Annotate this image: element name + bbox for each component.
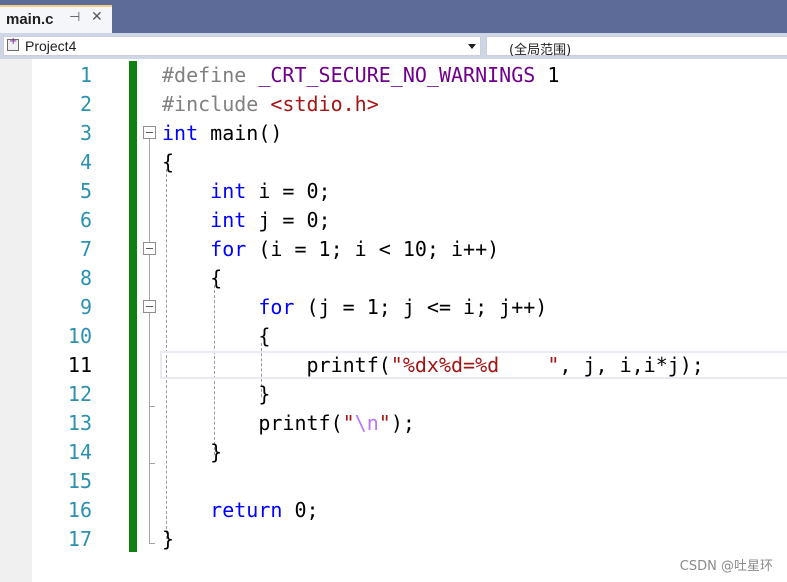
- code-token: <stdio.h>: [270, 92, 379, 116]
- tab-main-c[interactable]: main.c ⊣ ✕: [0, 5, 112, 33]
- code-line[interactable]: {: [162, 264, 222, 293]
- code-line[interactable]: for (j = 1; j <= i; j++): [162, 293, 547, 322]
- fold-toggle-main[interactable]: [143, 126, 156, 139]
- line-number: 15: [67, 469, 92, 493]
- change-tracking-bar: [129, 61, 137, 552]
- fold-end-outer-for: [149, 463, 155, 464]
- line-number: 12: [67, 382, 92, 406]
- navigation-bar: Project4 (全局范围): [0, 33, 787, 59]
- line-number: 7: [79, 237, 92, 261]
- code-token: int: [210, 208, 247, 232]
- line-number: 4: [79, 150, 92, 174]
- line-number: 3: [79, 121, 92, 145]
- code-token: j = 0;: [246, 208, 331, 232]
- fold-toggle-outer-for[interactable]: [143, 242, 156, 255]
- code-token: 0;: [282, 498, 319, 522]
- code-token: {: [162, 266, 223, 290]
- scope-dropdown[interactable]: (全局范围): [486, 36, 787, 58]
- code-line[interactable]: #include <stdio.h>: [162, 90, 379, 119]
- line-number: 13: [67, 411, 92, 435]
- code-token: ": [342, 411, 355, 435]
- code-token: return: [210, 498, 283, 522]
- code-line[interactable]: {: [162, 322, 270, 351]
- code-line[interactable]: }: [162, 525, 174, 554]
- code-token: int: [162, 121, 199, 145]
- chevron-down-icon[interactable]: [468, 44, 476, 49]
- line-number: 14: [67, 440, 92, 464]
- document-tab-strip: main.c ⊣ ✕: [0, 0, 787, 33]
- code-token: #include: [162, 92, 271, 116]
- code-line[interactable]: return 0;: [162, 496, 319, 525]
- project-dropdown-label: Project4: [25, 38, 77, 54]
- code-token: i = 0;: [246, 179, 331, 203]
- code-line[interactable]: int main(): [162, 119, 282, 148]
- code-token: ": [378, 411, 391, 435]
- line-number: 6: [79, 208, 92, 232]
- close-icon[interactable]: ✕: [91, 9, 103, 25]
- code-line[interactable]: #define _CRT_SECURE_NO_WARNINGS 1: [162, 61, 559, 90]
- code-token: for: [258, 295, 295, 319]
- watermark: CSDN @吐星环: [679, 559, 773, 574]
- code-token: {: [162, 324, 271, 348]
- code-line[interactable]: printf("%dx%d=%d ", j, i,i*j);: [162, 351, 704, 380]
- line-number: 8: [79, 266, 92, 290]
- code-token: 1: [535, 63, 560, 87]
- line-number: 2: [79, 92, 92, 116]
- line-number: 17: [67, 527, 92, 551]
- fold-end-main: [149, 543, 155, 544]
- code-token: "%dx%d=%d ": [390, 353, 560, 377]
- code-token: \n: [354, 411, 379, 435]
- code-token: _CRT_SECURE_NO_WARNINGS: [258, 63, 536, 87]
- scope-dropdown-label: (全局范围): [509, 43, 572, 58]
- tab-title: main.c: [6, 11, 54, 28]
- line-number: 11: [67, 353, 92, 377]
- code-line[interactable]: }: [162, 380, 270, 409]
- code-token: (j = 1; j <= i; j++): [294, 295, 548, 319]
- line-number: 9: [79, 295, 92, 319]
- line-number-gutter: 1 2 3 4 5 6 7 8 9 10 11 12 13 14 15 16 17: [32, 59, 92, 582]
- code-line[interactable]: int j = 0;: [162, 206, 331, 235]
- line-number: 16: [67, 498, 92, 522]
- code-token: for: [210, 237, 247, 261]
- code-line[interactable]: }: [162, 438, 222, 467]
- code-token: printf(: [162, 353, 391, 377]
- code-line[interactable]: for (i = 1; i < 10; i++): [162, 235, 499, 264]
- code-token: }: [162, 527, 175, 551]
- code-token: , j, i,i*j);: [559, 353, 704, 377]
- project-icon: [7, 36, 19, 51]
- fold-line-main: [149, 139, 150, 543]
- line-number: 1: [79, 63, 92, 87]
- fold-end-inner-for: [149, 406, 155, 407]
- fold-toggle-inner-for[interactable]: [143, 300, 156, 313]
- code-token: }: [162, 440, 223, 464]
- code-token: }: [162, 382, 271, 406]
- code-line[interactable]: printf("\n");: [162, 409, 415, 438]
- code-token: {: [162, 150, 175, 174]
- editor-margin: [0, 59, 32, 582]
- code-token: (i = 1; i < 10; i++): [246, 237, 500, 261]
- code-token: #define: [162, 63, 259, 87]
- code-line[interactable]: int i = 0;: [162, 177, 331, 206]
- code-token: int: [210, 179, 247, 203]
- pin-icon[interactable]: ⊣: [69, 10, 80, 25]
- code-token: printf(: [162, 411, 343, 435]
- code-line[interactable]: {: [162, 148, 174, 177]
- code-token: main(): [198, 121, 283, 145]
- line-number: 5: [79, 179, 92, 203]
- code-token: );: [390, 411, 415, 435]
- project-dropdown[interactable]: Project4: [3, 36, 481, 56]
- line-number: 10: [67, 324, 92, 348]
- code-editor[interactable]: 1 2 3 4 5 6 7 8 9 10 11 12 13 14 15 16 17 #define _CRT_S…: [0, 59, 787, 582]
